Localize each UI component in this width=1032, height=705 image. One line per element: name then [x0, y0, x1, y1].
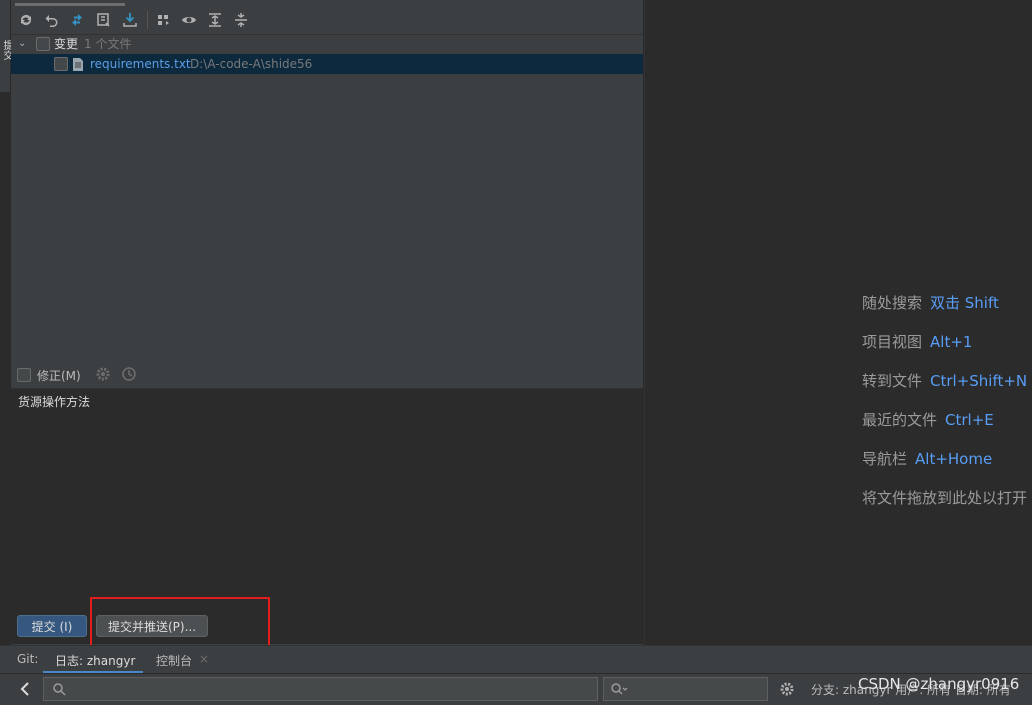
- progress-indicator: [15, 3, 125, 6]
- changes-group-row[interactable]: ⌄ 变更 1 个文件: [11, 34, 643, 54]
- search-icon: [52, 682, 66, 699]
- amend-checkbox[interactable]: [17, 368, 31, 382]
- commit-message-text[interactable]: 货源操作方法: [18, 393, 90, 410]
- changes-tree: ⌄ 变更 1 个文件 requirements.txt D:\A-code-A\…: [11, 34, 643, 364]
- annotation-highlight-box: [90, 597, 270, 650]
- hint-navigation-bar: 导航栏 Alt+Home: [862, 450, 993, 468]
- file-checkbox[interactable]: [54, 57, 68, 71]
- file-row[interactable]: requirements.txt D:\A-code-A\shide56: [11, 54, 643, 74]
- bottom-tool-tabs: Git: 日志: zhangyr 控制台 ×: [0, 645, 1032, 674]
- hint-drop-files: 将文件拖放到此处以打开: [862, 489, 1028, 507]
- expand-all-icon[interactable]: [207, 12, 223, 28]
- commit-button[interactable]: 提交 (I): [17, 615, 87, 637]
- diff-icon[interactable]: [69, 12, 85, 28]
- update-icon[interactable]: [122, 12, 138, 28]
- tab-log[interactable]: 日志: zhangyr: [55, 652, 135, 669]
- editor-empty-area: 随处搜索 双击 Shift 项目视图 Alt+1 转到文件 Ctrl+Shift+N …: [644, 0, 1032, 645]
- group-label: 变更: [54, 37, 79, 51]
- search-options-icon[interactable]: [610, 682, 628, 699]
- collapse-all-icon[interactable]: [233, 12, 249, 28]
- group-checkbox[interactable]: [36, 37, 50, 51]
- hint-search-everywhere: 随处搜索 双击 Shift: [862, 294, 999, 312]
- amend-label[interactable]: 修正(M): [37, 367, 81, 384]
- shelve-icon[interactable]: [96, 12, 112, 28]
- amend-bar: 修正(M): [11, 362, 643, 389]
- filter-search-input[interactable]: [603, 677, 768, 701]
- commit-panel: ⌄ 变更 1 个文件 requirements.txt D:\A-code-A\…: [11, 0, 643, 645]
- back-arrow-icon[interactable]: [12, 676, 38, 702]
- file-name: requirements.txt: [90, 57, 191, 71]
- commit-toolbar: [11, 3, 643, 35]
- hint-recent-files: 最近的文件 Ctrl+E: [862, 411, 994, 429]
- file-path: D:\A-code-A\shide56: [190, 57, 313, 71]
- history-icon[interactable]: [121, 366, 137, 385]
- log-search-input[interactable]: [43, 677, 598, 701]
- settings-gear-icon[interactable]: [779, 681, 795, 700]
- text-file-icon: [73, 57, 83, 71]
- eye-icon[interactable]: [181, 12, 197, 28]
- group-icon[interactable]: [156, 12, 172, 28]
- tab-console[interactable]: 控制台: [156, 652, 192, 669]
- hint-goto-file: 转到文件 Ctrl+Shift+N: [862, 372, 1028, 390]
- rollback-icon[interactable]: [44, 12, 60, 28]
- gear-icon[interactable]: [95, 366, 111, 385]
- group-count: 1 个文件: [84, 37, 132, 51]
- toolbar-separator: [147, 11, 148, 29]
- chevron-down-icon[interactable]: ⌄: [18, 34, 26, 54]
- left-tool-strip: 提交: [0, 0, 12, 92]
- hint-project-view: 项目视图 Alt+1: [862, 333, 973, 351]
- git-tool-label: Git:: [17, 652, 39, 666]
- csdn-watermark: CSDN @zhangyr0916: [858, 675, 1020, 693]
- close-icon[interactable]: ×: [199, 652, 209, 666]
- refresh-icon[interactable]: [18, 12, 34, 28]
